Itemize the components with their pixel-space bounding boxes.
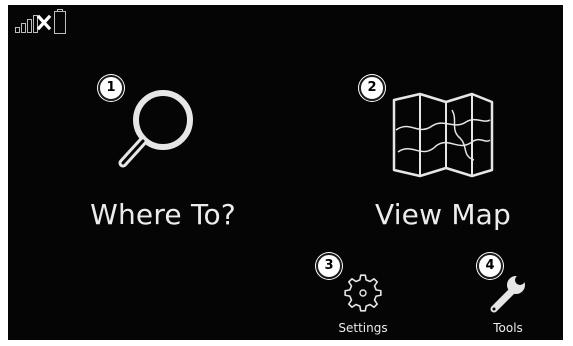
status-bar xyxy=(10,7,80,39)
tools-button[interactable]: Tools xyxy=(458,267,558,340)
device-screen: Where To? 1 View Map 2 Settings 3 Tools … xyxy=(8,5,563,340)
settings-label: Settings xyxy=(338,321,388,335)
map-icon xyxy=(392,92,494,178)
signal-bars-icon xyxy=(15,15,38,33)
callout-4: 4 xyxy=(477,253,503,279)
battery-icon xyxy=(54,9,66,34)
gear-icon xyxy=(344,274,382,312)
view-map-label: View Map xyxy=(374,198,512,231)
callout-2: 2 xyxy=(359,75,385,101)
tools-label: Tools xyxy=(493,321,523,335)
x-mark-icon xyxy=(36,14,52,31)
where-to-label: Where To? xyxy=(90,198,236,231)
where-to-button[interactable]: Where To? xyxy=(63,75,263,245)
callout-3: 3 xyxy=(316,253,342,279)
callout-1: 1 xyxy=(98,75,124,101)
